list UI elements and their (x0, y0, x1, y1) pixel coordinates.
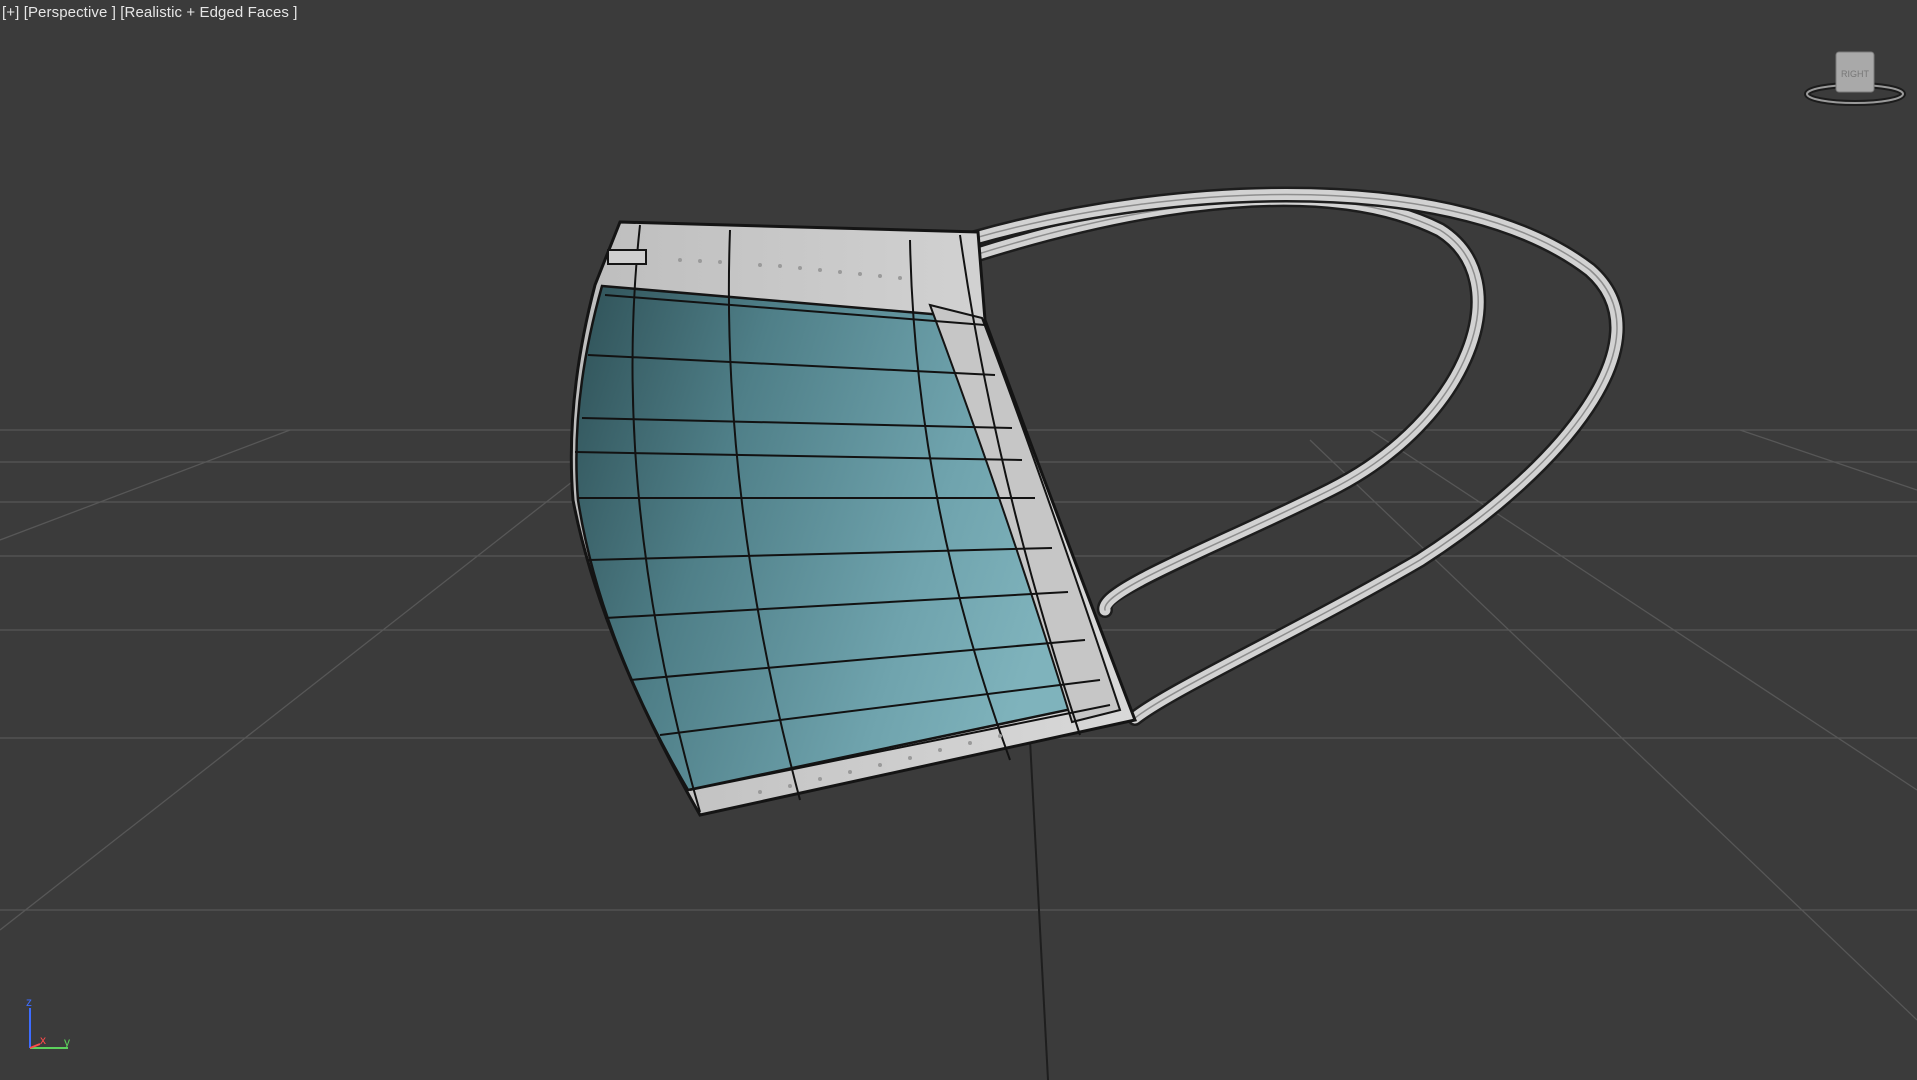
nose-clip (607, 249, 647, 265)
mask-body[interactable] (569, 220, 1138, 817)
axis-y-label: y (64, 1035, 70, 1049)
scene-canvas[interactable] (0, 0, 1917, 1080)
axis-z-label: z (26, 995, 32, 1009)
viewcube-face-label: RIGHT (1841, 69, 1870, 79)
axis-x-label: x (40, 1033, 46, 1047)
perspective-viewport[interactable]: [+] [Perspective ] [Realistic + Edged Fa… (0, 0, 1917, 1080)
axis-tripod: z x y (18, 994, 78, 1054)
viewcube[interactable]: RIGHT (1800, 46, 1910, 112)
